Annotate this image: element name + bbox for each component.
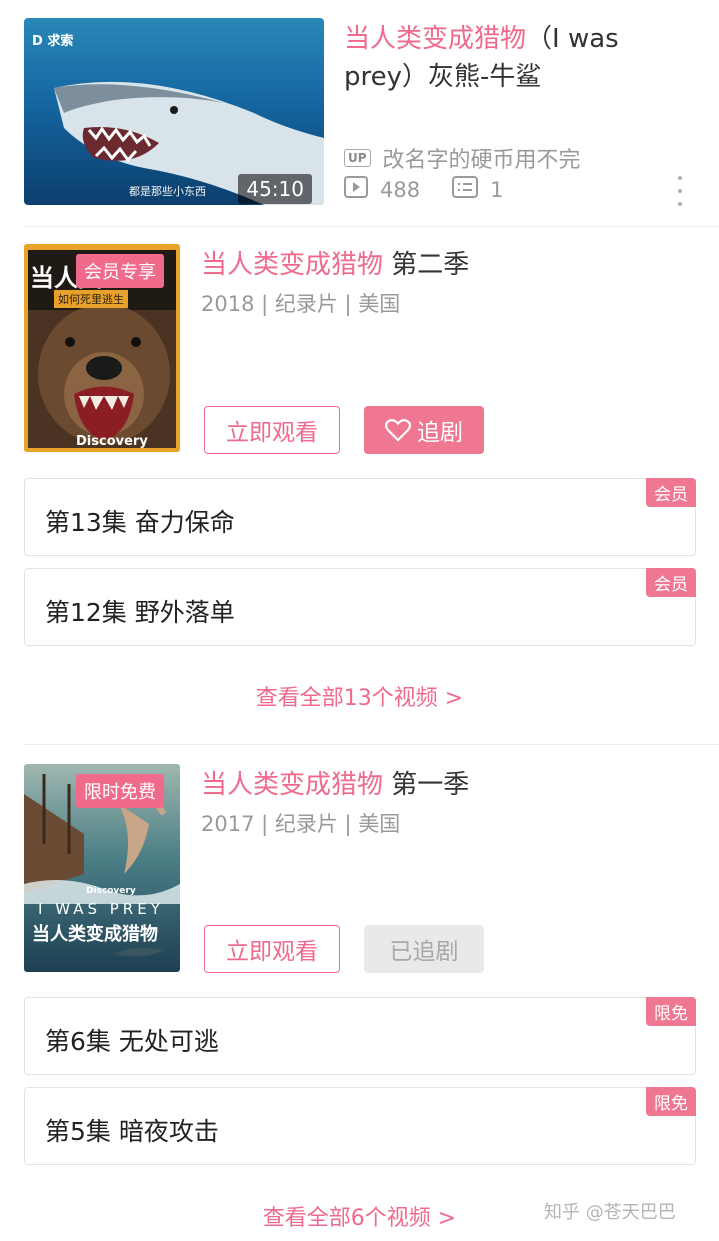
episode-item[interactable]: 第6集 无处可逃 限免 [24,997,696,1075]
comment-count: 1 [490,177,504,202]
episode-item[interactable]: 第5集 暗夜攻击 限免 [24,1087,696,1165]
episode-title: 第6集 无处可逃 [45,1027,219,1056]
channel-logo: D 求索 [32,34,74,49]
play-count-icon [344,176,368,203]
season-2-title[interactable]: 当人类变成猎物 第二季 [201,244,469,281]
uploader-name: 改名字的硬币用不完 [382,148,581,173]
thumbnail-caption: 都是那些小东西 [129,185,206,198]
comment-icon [452,176,479,203]
episode-item[interactable]: 第12集 野外落单 会员 [24,568,696,646]
member-tag: 会员 [646,478,696,507]
zhihu-watermark: 知乎 @苍天巴巴 [544,1202,676,1223]
video-stats: 488 1 [344,176,503,203]
episode-item[interactable]: 第13集 奋力保命 会员 [24,478,696,556]
episode-title: 第5集 暗夜攻击 [45,1117,219,1146]
season-2-meta: 2018 | 纪录片 | 美国 [201,292,401,316]
video-card[interactable]: D 求索 都是那些小东西 45:10 当人类变成猎物（I was prey）灰熊… [0,0,719,226]
divider [24,226,719,227]
followed-button[interactable]: 已追剧 [364,925,484,973]
poster-subtitle: 如何死里逃生 [54,290,128,308]
season-1-poster[interactable]: Discovery I WAS PREY 当人类变成猎物 限时免费 [24,764,180,972]
season-title-rest: 第一季 [383,770,470,800]
heart-icon [385,418,411,442]
season-title-rest: 第二季 [383,250,470,280]
season-1-title[interactable]: 当人类变成猎物 第一季 [201,764,469,801]
season-title-highlight: 当人类变成猎物 [201,250,384,280]
follow-button[interactable]: 追剧 [364,406,484,454]
video-thumbnail[interactable]: D 求索 都是那些小东西 45:10 [24,18,324,205]
watch-now-button[interactable]: 立即观看 [204,406,340,454]
limited-free-tag: 限免 [646,997,696,1026]
video-duration: 45:10 [238,174,312,204]
play-count: 488 [380,177,421,202]
up-badge: UP [344,149,371,167]
follow-label: 追剧 [417,420,463,446]
view-all-link[interactable]: 查看全部13个视频 > [0,680,719,712]
divider [24,744,719,745]
more-icon[interactable] [672,176,688,206]
limited-free-tag: 限免 [646,1087,696,1116]
poster-english-title: I WAS PREY [38,900,164,918]
episode-title: 第12集 野外落单 [45,598,235,627]
season-title-highlight: 当人类变成猎物 [201,770,384,800]
discovery-logo: Discovery [76,434,148,449]
video-title[interactable]: 当人类变成猎物（I was prey）灰熊-牛鲨 [344,20,664,96]
season-1-meta: 2017 | 纪录片 | 美国 [201,812,401,836]
video-title-highlight: 当人类变成猎物 [344,24,527,54]
limited-free-badge: 限时免费 [76,774,164,808]
poster-title: 当人类变成猎物 [32,924,158,945]
member-exclusive-badge: 会员专享 [76,254,164,288]
season-2-poster[interactable]: 当人类 如何死里逃生 Discovery 会员专享 [24,244,180,452]
discovery-logo: Discovery [86,886,136,896]
watch-now-button[interactable]: 立即观看 [204,925,340,973]
episode-title: 第13集 奋力保命 [45,508,235,537]
member-tag: 会员 [646,568,696,597]
uploader-row[interactable]: UP 改名字的硬币用不完 [344,142,581,174]
